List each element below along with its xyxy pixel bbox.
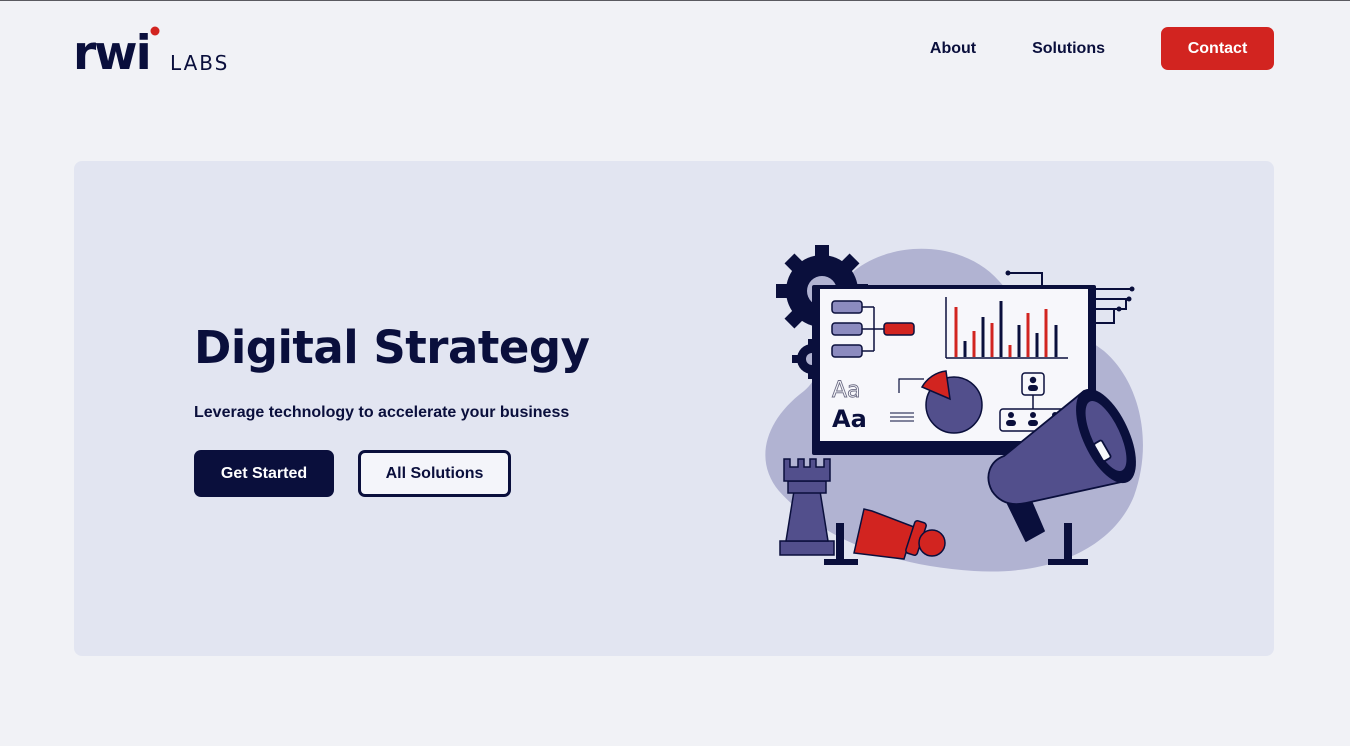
logo-main-text: rwi: [73, 26, 150, 75]
logo-sub-text: LABS: [170, 51, 229, 75]
nav-about-link[interactable]: About: [930, 40, 976, 58]
hero-subtitle: Leverage technology to accelerate your b…: [194, 404, 570, 421]
get-started-button[interactable]: Get Started: [194, 450, 334, 497]
hero-section: Digital Strategy Leverage technology to …: [74, 161, 1274, 656]
font-sample-solid: Aa: [832, 405, 867, 433]
hero-button-row: Get Started All Solutions: [194, 450, 511, 497]
hero-title: Digital Strategy: [194, 321, 590, 374]
all-solutions-button[interactable]: All Solutions: [358, 450, 511, 497]
nav-solutions-link[interactable]: Solutions: [1032, 40, 1105, 58]
font-sample-outline: Aa: [832, 378, 861, 403]
site-header: rwi LABS About Solutions Contact: [0, 1, 1350, 101]
logo-dot: [150, 26, 160, 36]
digital-strategy-illustration: Aa Aa: [765, 245, 1143, 572]
main-nav: About Solutions Contact: [930, 27, 1274, 70]
rwi-labs-logo[interactable]: rwi LABS: [73, 23, 243, 75]
contact-button[interactable]: Contact: [1161, 27, 1274, 70]
